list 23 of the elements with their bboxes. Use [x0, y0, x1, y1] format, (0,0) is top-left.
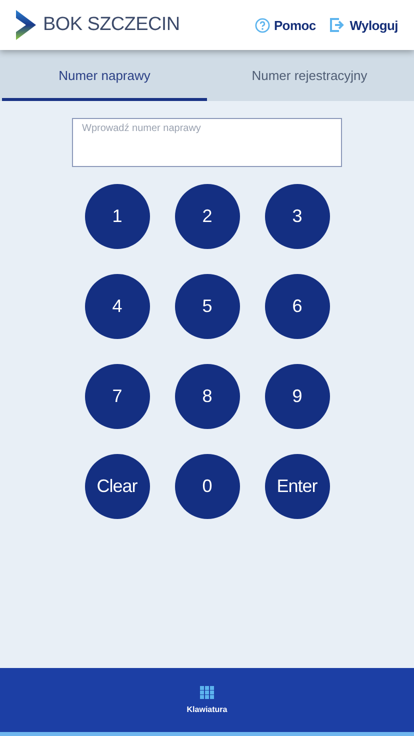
keypad-key[interactable]: 0 — [174, 454, 240, 519]
keypad-key[interactable]: 7 — [84, 364, 150, 429]
keypad-key[interactable]: Enter — [264, 454, 330, 519]
app-title: BOK SZCZECIN — [43, 14, 181, 36]
repair-number-field[interactable]: Wprowadź numer naprawy — [72, 118, 342, 167]
keypad-key[interactable]: 1 — [84, 184, 150, 249]
logout-link[interactable]: Wyloguj — [330, 18, 398, 32]
keyboard-nav-item[interactable]: Klawiatura — [180, 668, 234, 732]
keypad-key[interactable]: Clear — [84, 454, 150, 519]
keypad-key[interactable]: 9 — [264, 364, 330, 429]
keypad-key[interactable]: 6 — [264, 274, 330, 339]
keypad-key[interactable]: 4 — [84, 274, 150, 339]
keypad-key[interactable]: 8 — [174, 364, 240, 429]
tab[interactable]: Numer rejestracyjny — [207, 50, 412, 101]
tab[interactable]: Numer naprawy — [2, 50, 207, 101]
logout-icon — [330, 18, 346, 32]
keypad-key[interactable]: 5 — [174, 274, 240, 339]
help-link[interactable]: Pomoc — [254, 18, 316, 32]
grid-icon — [200, 686, 214, 699]
logo-icon — [14, 10, 36, 40]
help-icon — [254, 18, 270, 32]
keypad-key[interactable]: 3 — [264, 184, 330, 249]
keypad-key[interactable]: 2 — [174, 184, 240, 249]
